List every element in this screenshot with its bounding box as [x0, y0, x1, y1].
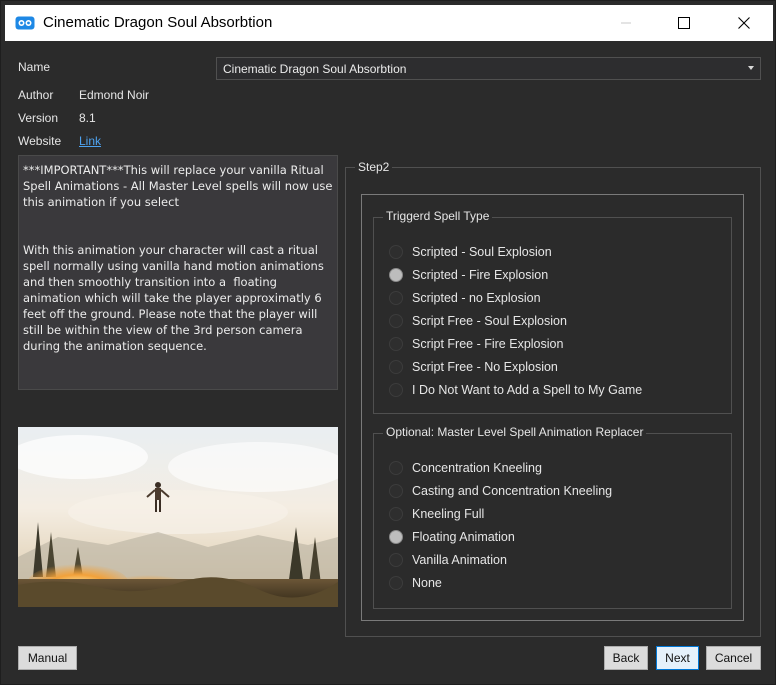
close-icon [738, 17, 750, 29]
radio-option-label: Scripted - Fire Explosion [412, 268, 549, 282]
radio-option-label: None [412, 576, 442, 590]
radio-checked-icon[interactable] [389, 530, 403, 544]
radio-option-label: Scripted - Soul Explosion [412, 245, 552, 259]
radio-unchecked-icon[interactable] [389, 576, 403, 590]
preview-scene-graphic [18, 427, 338, 607]
radio-option[interactable]: Concentration Kneeling [389, 459, 542, 477]
radio-option-label: Vanilla Animation [412, 553, 507, 567]
radio-option-label: Scripted - no Explosion [412, 291, 541, 305]
spell-type-group-title: Triggerd Spell Type [383, 209, 493, 223]
installer-window: Cinematic Dragon Soul Absorbtion Name Ci… [0, 0, 776, 685]
back-button[interactable]: Back [604, 646, 648, 670]
radio-option-label: Script Free - Soul Explosion [412, 314, 567, 328]
radio-option[interactable]: Script Free - Soul Explosion [389, 312, 567, 330]
minimize-icon [621, 22, 631, 24]
window-title: Cinematic Dragon Soul Absorbtion [43, 14, 273, 31]
name-label: Name [18, 60, 51, 74]
title-bar: Cinematic Dragon Soul Absorbtion [5, 5, 773, 41]
radio-option[interactable]: Vanilla Animation [389, 551, 507, 569]
step-title: Step2 [355, 160, 393, 174]
radio-unchecked-icon[interactable] [389, 314, 403, 328]
manual-button[interactable]: Manual [18, 646, 77, 670]
description-text: ***IMPORTANT***This will replace your va… [18, 155, 338, 390]
radio-option[interactable]: Scripted - no Explosion [389, 289, 541, 307]
radio-option[interactable]: Script Free - No Explosion [389, 358, 558, 376]
radio-option[interactable]: None [389, 574, 442, 592]
installer-content: Name Cinematic Dragon Soul Absorbtion Au… [5, 41, 773, 682]
next-button[interactable]: Next [656, 646, 699, 670]
animation-replacer-group-title: Optional: Master Level Spell Animation R… [383, 425, 647, 439]
name-dropdown-value: Cinematic Dragon Soul Absorbtion [223, 62, 407, 76]
radio-unchecked-icon[interactable] [389, 461, 403, 475]
cancel-button[interactable]: Cancel [706, 646, 761, 670]
radio-option-label: Concentration Kneeling [412, 461, 542, 475]
radio-option[interactable]: Script Free - Fire Explosion [389, 335, 563, 353]
radio-unchecked-icon[interactable] [389, 507, 403, 521]
version-label: Version [18, 111, 59, 125]
radio-checked-icon[interactable] [389, 268, 403, 282]
maximize-icon [678, 17, 690, 29]
radio-option[interactable]: Scripted - Soul Explosion [389, 243, 552, 261]
radio-unchecked-icon[interactable] [389, 553, 403, 567]
version-value: 8.1 [79, 111, 96, 125]
radio-option-label: Casting and Concentration Kneeling [412, 484, 613, 498]
app-logo-icon [15, 16, 35, 30]
radio-option[interactable]: Casting and Concentration Kneeling [389, 482, 612, 500]
radio-unchecked-icon[interactable] [389, 291, 403, 305]
radio-option[interactable]: Kneeling Full [389, 505, 484, 523]
website-link[interactable]: Link [79, 134, 101, 148]
preview-image [18, 427, 338, 607]
close-button[interactable] [715, 5, 773, 41]
radio-option[interactable]: Floating Animation [389, 528, 515, 546]
radio-option[interactable]: Scripted - Fire Explosion [389, 266, 548, 284]
radio-option-label: Floating Animation [412, 530, 515, 544]
maximize-button[interactable] [655, 5, 713, 41]
radio-option-label: I Do Not Want to Add a Spell to My Game [412, 383, 643, 397]
radio-option-label: Script Free - No Explosion [412, 360, 558, 374]
author-value: Edmond Noir [79, 88, 150, 102]
radio-unchecked-icon[interactable] [389, 245, 403, 259]
radio-unchecked-icon[interactable] [389, 383, 403, 397]
radio-unchecked-icon[interactable] [389, 484, 403, 498]
author-label: Author [18, 88, 54, 102]
radio-option-label: Script Free - Fire Explosion [412, 337, 564, 351]
radio-unchecked-icon[interactable] [389, 360, 403, 374]
radio-option[interactable]: I Do Not Want to Add a Spell to My Game [389, 381, 642, 399]
website-label: Website [18, 134, 62, 148]
name-dropdown[interactable]: Cinematic Dragon Soul Absorbtion [216, 57, 761, 80]
radio-unchecked-icon[interactable] [389, 337, 403, 351]
chevron-down-icon [748, 66, 754, 70]
radio-option-label: Kneeling Full [412, 507, 485, 521]
minimize-button[interactable] [597, 5, 655, 41]
